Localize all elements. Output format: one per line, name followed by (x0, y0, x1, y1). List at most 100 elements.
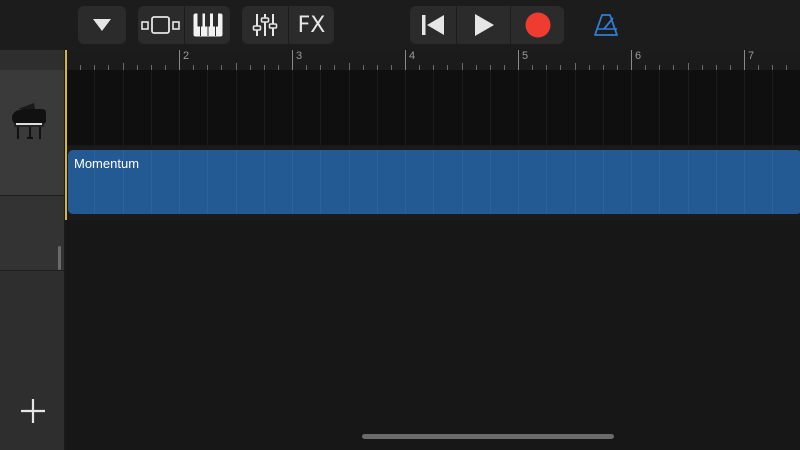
grid-line (376, 70, 378, 145)
ruler-tick (687, 63, 689, 70)
ruler-bar-number: 5 (522, 50, 529, 62)
track-lane-2[interactable]: Momentum (66, 146, 800, 220)
grid-line (179, 70, 180, 145)
grid-line (150, 70, 152, 145)
home-indicator (362, 434, 614, 439)
track-lane-piano[interactable] (66, 70, 800, 145)
grid-line (744, 70, 745, 145)
grid-line (602, 70, 604, 145)
ruler-bar-number: 7 (748, 50, 755, 62)
grid-line (772, 150, 774, 214)
track-header-column (0, 50, 66, 450)
empty-track-area[interactable] (66, 220, 800, 450)
grid-line (687, 150, 689, 214)
browser-menu-group (78, 6, 126, 44)
ruler-bar-number: 3 (296, 50, 303, 62)
ruler-bar-line (292, 50, 293, 70)
grid-line (94, 70, 96, 145)
piano-keyboard-icon (193, 13, 222, 37)
grid-line (292, 70, 293, 145)
grid-line (546, 150, 548, 214)
grid-line (744, 150, 745, 214)
rewind-to-start-icon (422, 15, 444, 35)
grid-line (489, 150, 491, 214)
grid-line (461, 150, 463, 214)
play-button[interactable] (456, 6, 510, 44)
transport-group (410, 6, 564, 44)
ruler-tick (122, 63, 124, 70)
grid-line (461, 70, 463, 145)
grid-line (602, 150, 604, 214)
grid-line (546, 70, 548, 145)
grid-line (518, 70, 519, 145)
grid-line (292, 150, 293, 214)
caret-down-icon (93, 19, 111, 31)
grid-line (715, 150, 717, 214)
grid-line (235, 150, 237, 214)
grid-line (631, 150, 632, 214)
mixer-group: FX (242, 6, 334, 44)
track-header-piano[interactable] (0, 70, 64, 196)
ruler-bar-number: 2 (183, 50, 190, 62)
record-icon (525, 12, 550, 38)
track-header-2[interactable] (0, 196, 64, 271)
tracks-area: Momentum (66, 70, 800, 450)
instrument-thumbnail[interactable] (8, 102, 50, 144)
fx-button[interactable]: FX (288, 6, 334, 44)
grid-line (687, 70, 689, 145)
grid-line (518, 150, 519, 214)
record-button[interactable] (510, 6, 564, 44)
ruler-bar-line (405, 50, 406, 70)
grid-line (659, 70, 661, 145)
ruler-bar-number: 4 (409, 50, 416, 62)
browser-menu-button[interactable] (78, 6, 126, 44)
grid-line (433, 70, 435, 145)
grid-line (320, 150, 322, 214)
mixer-icon (252, 14, 278, 36)
grid-line (348, 70, 350, 145)
grid-line (263, 70, 265, 145)
grid-line (772, 70, 774, 145)
mixer-button[interactable] (242, 6, 288, 44)
grid-line (207, 70, 209, 145)
add-track-button[interactable] (18, 396, 48, 426)
grid-line (574, 70, 576, 145)
grid-line (122, 70, 124, 145)
grid-line (150, 150, 152, 214)
grid-line (376, 150, 378, 214)
grid-line (574, 150, 576, 214)
plus-icon (21, 399, 45, 423)
ruler-bar-line (744, 50, 745, 70)
metronome-button[interactable] (590, 6, 622, 44)
ruler-bar-number: 6 (635, 50, 642, 62)
tracks-view-button[interactable] (138, 6, 184, 44)
grid-line (348, 150, 350, 214)
control-bar: FX (0, 0, 800, 50)
ruler-tick (348, 63, 350, 70)
grid-line (489, 70, 491, 145)
grid-line (715, 70, 717, 145)
grid-line (631, 70, 632, 145)
view-group (138, 6, 230, 44)
ruler-bar-line (518, 50, 519, 70)
region-momentum[interactable]: Momentum (68, 150, 800, 214)
play-icon (474, 14, 494, 36)
grid-line (320, 70, 322, 145)
header-resize-handle[interactable] (58, 246, 61, 270)
tracks-view-icon (141, 16, 180, 34)
grid-line (235, 70, 237, 145)
ruler-tick (461, 63, 463, 70)
timeline-ruler[interactable]: 2 3 4 5 6 7 (66, 50, 800, 70)
rewind-button[interactable] (410, 6, 456, 44)
ruler-tick (574, 63, 576, 70)
grid-line (263, 150, 265, 214)
ruler-bar-line (179, 50, 180, 70)
metronome-icon (594, 14, 618, 36)
playhead[interactable] (65, 50, 67, 220)
keyboard-button[interactable] (184, 6, 230, 44)
grid-line (405, 150, 406, 214)
grid-line (659, 150, 661, 214)
grid-line (433, 150, 435, 214)
grid-line (179, 150, 180, 214)
fx-label: FX (297, 12, 326, 38)
